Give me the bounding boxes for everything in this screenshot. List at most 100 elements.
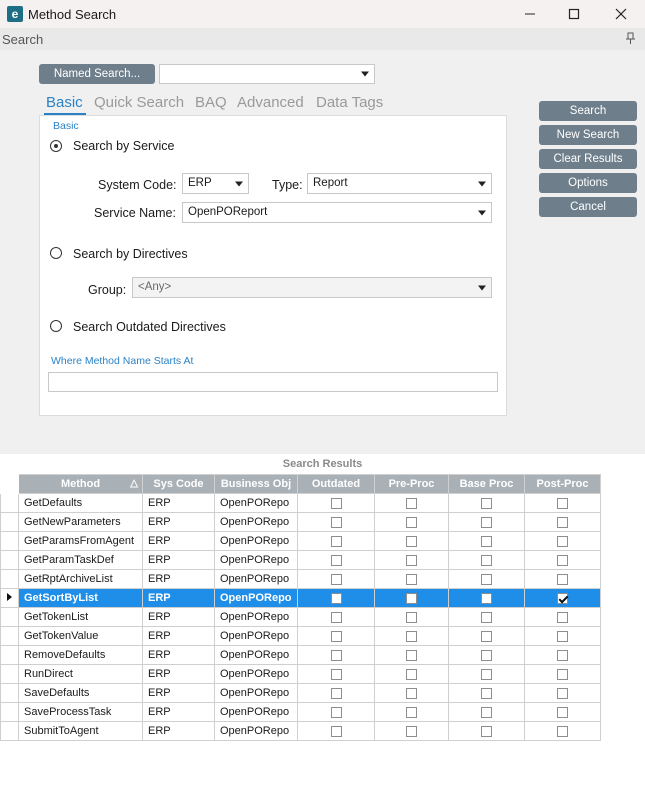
base-proc-checkbox[interactable] xyxy=(481,592,492,604)
post-proc-checkbox[interactable] xyxy=(557,592,568,604)
named-search-button[interactable]: Named Search... xyxy=(39,64,155,84)
row-indicator[interactable] xyxy=(0,664,19,684)
service-name-combo[interactable]: OpenPOReport xyxy=(182,202,492,223)
outdated-checkbox[interactable] xyxy=(330,649,342,661)
outdated-checkbox[interactable] xyxy=(330,706,342,718)
cancel-button[interactable]: Cancel xyxy=(539,197,637,217)
pre-proc-checkbox[interactable] xyxy=(406,687,417,699)
outdated-checkbox[interactable] xyxy=(330,668,342,680)
table-row[interactable]: GetRptArchiveList ERP OpenPORepo xyxy=(0,569,601,589)
post-proc-checkbox[interactable] xyxy=(557,516,568,528)
base-proc-checkbox[interactable] xyxy=(481,611,492,623)
method-name-input[interactable] xyxy=(48,372,498,392)
outdated-checkbox[interactable] xyxy=(330,535,342,547)
system-code-combo[interactable]: ERP xyxy=(182,173,249,194)
column-header-pre-proc[interactable]: Pre-Proc xyxy=(374,474,449,494)
post-proc-checkbox[interactable] xyxy=(557,706,568,718)
outdated-checkbox[interactable] xyxy=(330,687,342,699)
pre-proc-checkbox[interactable] xyxy=(406,611,417,623)
column-header-sys-code[interactable]: Sys Code xyxy=(142,474,215,494)
post-proc-checkbox[interactable] xyxy=(557,611,568,623)
outdated-checkbox[interactable] xyxy=(330,592,342,604)
search-by-service-radio[interactable] xyxy=(50,140,62,152)
table-row[interactable]: RunDirect ERP OpenPORepo xyxy=(0,664,601,684)
row-indicator[interactable] xyxy=(0,493,19,513)
outdated-checkbox[interactable] xyxy=(330,630,342,642)
row-indicator[interactable] xyxy=(0,702,19,722)
tab-advanced[interactable]: Advanced xyxy=(237,94,304,111)
post-proc-checkbox[interactable] xyxy=(557,554,568,566)
tab-basic[interactable]: Basic xyxy=(46,94,83,111)
row-indicator[interactable] xyxy=(0,645,19,665)
column-header-base-proc[interactable]: Base Proc xyxy=(448,474,525,494)
table-row[interactable]: GetTokenList ERP OpenPORepo xyxy=(0,607,601,627)
table-row[interactable]: GetDefaults ERP OpenPORepo xyxy=(0,493,601,513)
post-proc-checkbox[interactable] xyxy=(557,535,568,547)
pre-proc-checkbox[interactable] xyxy=(406,497,417,509)
table-row[interactable]: RemoveDefaults ERP OpenPORepo xyxy=(0,645,601,665)
table-row[interactable]: SubmitToAgent ERP OpenPORepo xyxy=(0,721,601,741)
tab-baq[interactable]: BAQ xyxy=(195,94,227,111)
tab-data-tags[interactable]: Data Tags xyxy=(316,94,383,111)
post-proc-checkbox[interactable] xyxy=(557,687,568,699)
outdated-checkbox[interactable] xyxy=(330,573,342,585)
table-row[interactable]: GetParamTaskDef ERP OpenPORepo xyxy=(0,550,601,570)
outdated-checkbox[interactable] xyxy=(330,516,342,528)
post-proc-checkbox[interactable] xyxy=(557,630,568,642)
table-row[interactable]: GetNewParameters ERP OpenPORepo xyxy=(0,512,601,532)
base-proc-checkbox[interactable] xyxy=(481,573,492,585)
tab-quick-search[interactable]: Quick Search xyxy=(94,94,184,111)
base-proc-checkbox[interactable] xyxy=(481,687,492,699)
base-proc-checkbox[interactable] xyxy=(481,706,492,718)
post-proc-checkbox[interactable] xyxy=(557,649,568,661)
base-proc-checkbox[interactable] xyxy=(481,497,492,509)
column-header-business-obj[interactable]: Business Obj xyxy=(214,474,298,494)
table-row[interactable]: GetParamsFromAgent ERP OpenPORepo xyxy=(0,531,601,551)
base-proc-checkbox[interactable] xyxy=(481,649,492,661)
row-indicator[interactable] xyxy=(0,531,19,551)
post-proc-checkbox[interactable] xyxy=(557,497,568,509)
group-combo[interactable]: <Any> xyxy=(132,277,492,298)
close-button[interactable] xyxy=(598,0,644,28)
pre-proc-checkbox[interactable] xyxy=(406,535,417,547)
column-header-method[interactable]: Method △ xyxy=(18,474,143,494)
maximize-button[interactable] xyxy=(551,0,597,28)
minimize-button[interactable] xyxy=(507,0,553,28)
outdated-checkbox[interactable] xyxy=(330,725,342,737)
outdated-checkbox[interactable] xyxy=(330,497,342,509)
post-proc-checkbox[interactable] xyxy=(557,668,568,680)
row-indicator[interactable] xyxy=(0,683,19,703)
pin-icon[interactable] xyxy=(626,32,635,47)
base-proc-checkbox[interactable] xyxy=(481,554,492,566)
row-indicator[interactable] xyxy=(0,550,19,570)
post-proc-checkbox[interactable] xyxy=(557,573,568,585)
row-indicator[interactable] xyxy=(0,607,19,627)
table-row[interactable]: SaveDefaults ERP OpenPORepo xyxy=(0,683,601,703)
pre-proc-checkbox[interactable] xyxy=(406,516,417,528)
base-proc-checkbox[interactable] xyxy=(481,668,492,680)
row-indicator[interactable] xyxy=(0,512,19,532)
row-indicator[interactable] xyxy=(0,588,19,608)
column-header-post-proc[interactable]: Post-Proc xyxy=(524,474,601,494)
new-search-button[interactable]: New Search xyxy=(539,125,637,145)
table-row[interactable]: GetTokenValue ERP OpenPORepo xyxy=(0,626,601,646)
named-search-combo[interactable] xyxy=(159,64,375,84)
outdated-checkbox[interactable] xyxy=(330,554,342,566)
outdated-checkbox[interactable] xyxy=(330,611,342,623)
pre-proc-checkbox[interactable] xyxy=(406,630,417,642)
options-button[interactable]: Options xyxy=(539,173,637,193)
search-outdated-radio[interactable] xyxy=(50,320,62,332)
post-proc-checkbox[interactable] xyxy=(557,725,568,737)
pre-proc-checkbox[interactable] xyxy=(406,554,417,566)
search-button[interactable]: Search xyxy=(539,101,637,121)
pre-proc-checkbox[interactable] xyxy=(406,592,417,604)
base-proc-checkbox[interactable] xyxy=(481,725,492,737)
base-proc-checkbox[interactable] xyxy=(481,630,492,642)
pre-proc-checkbox[interactable] xyxy=(406,668,417,680)
pre-proc-checkbox[interactable] xyxy=(406,706,417,718)
base-proc-checkbox[interactable] xyxy=(481,535,492,547)
row-indicator[interactable] xyxy=(0,721,19,741)
base-proc-checkbox[interactable] xyxy=(481,516,492,528)
type-combo[interactable]: Report xyxy=(307,173,492,194)
table-row[interactable]: SaveProcessTask ERP OpenPORepo xyxy=(0,702,601,722)
